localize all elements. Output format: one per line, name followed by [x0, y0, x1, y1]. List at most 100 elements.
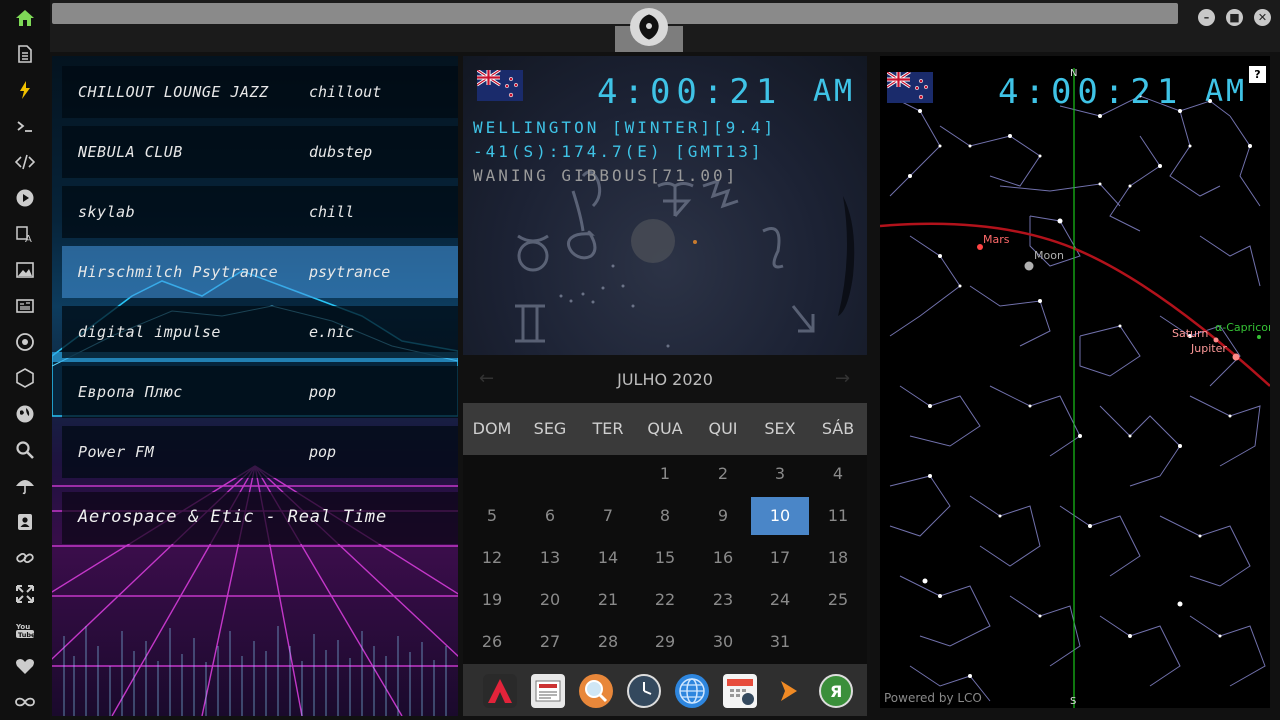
- calendar-day[interactable]: 13: [521, 539, 579, 577]
- help-button[interactable]: ?: [1249, 66, 1266, 83]
- station-name: digital impulse: [78, 323, 221, 341]
- code-icon[interactable]: [13, 150, 37, 174]
- calendar-day[interactable]: 17: [751, 539, 809, 577]
- address-bar[interactable]: [52, 3, 1178, 24]
- station-genre: chillout: [309, 83, 382, 101]
- weekday-row: DOM SEG TER QUA QUI SEX SÁB: [463, 403, 867, 455]
- calendar-day[interactable]: 12: [463, 539, 521, 577]
- calendar-day[interactable]: 31: [751, 623, 809, 661]
- nz-flag-icon: [887, 72, 933, 103]
- station-genre: pop: [309, 383, 337, 401]
- hexagon-icon[interactable]: [13, 366, 37, 390]
- calendar-day[interactable]: 6: [521, 497, 579, 535]
- minimize-button[interactable]: –: [1198, 9, 1215, 26]
- infinity-icon[interactable]: [13, 690, 37, 714]
- clock-app-icon[interactable]: [627, 674, 661, 708]
- calendar-day[interactable]: 5: [463, 497, 521, 535]
- calendar-day[interactable]: 7: [579, 497, 637, 535]
- document-icon[interactable]: [13, 42, 37, 66]
- calendar-day[interactable]: 29: [636, 623, 694, 661]
- calendar-day[interactable]: 9: [694, 497, 752, 535]
- globe-icon[interactable]: [13, 402, 37, 426]
- calendar-day[interactable]: 20: [521, 581, 579, 619]
- image-icon[interactable]: [13, 258, 37, 282]
- calendar-day[interactable]: 25: [809, 581, 867, 619]
- heart-icon[interactable]: [13, 654, 37, 678]
- station-genre: psytrance: [309, 263, 391, 281]
- calendar-day[interactable]: 23: [694, 581, 752, 619]
- svg-text:Tube: Tube: [18, 631, 35, 639]
- calendar-day[interactable]: 27: [521, 623, 579, 661]
- translate-icon[interactable]: A: [13, 222, 37, 246]
- calendar-day[interactable]: 11: [809, 497, 867, 535]
- close-button[interactable]: ✕: [1254, 9, 1271, 26]
- station-item[interactable]: NEBULA CLUB dubstep: [62, 126, 458, 178]
- news-app-icon[interactable]: [531, 674, 565, 708]
- weekday-label: TER: [592, 419, 624, 438]
- station-item-active[interactable]: Hirschmilch Psytrance psytrance: [62, 246, 458, 298]
- weekday-label: SEX: [764, 419, 796, 438]
- calendar-day[interactable]: 8: [636, 497, 694, 535]
- svg-text:A: A: [25, 234, 32, 244]
- station-item[interactable]: digital impulse e.nic: [62, 306, 458, 358]
- station-item[interactable]: Power FM pop: [62, 426, 458, 478]
- maximize-button[interactable]: ■: [1226, 9, 1243, 26]
- sky-clock-ampm: AM: [1205, 74, 1248, 109]
- contact-icon[interactable]: [13, 510, 37, 534]
- station-item[interactable]: CHILLOUT LOUNGE JAZZ chillout: [62, 66, 458, 118]
- top-bar: – ■ ✕: [50, 0, 1280, 52]
- sky-clock-time: 4:00:21: [998, 72, 1184, 112]
- calendar-day[interactable]: 15: [636, 539, 694, 577]
- calendar-day[interactable]: 18: [809, 539, 867, 577]
- weekday-label: QUI: [708, 419, 738, 438]
- next-month-arrow-icon[interactable]: →: [835, 368, 850, 389]
- station-genre: e.nic: [309, 323, 355, 341]
- calendar-day[interactable]: 24: [751, 581, 809, 619]
- moon-phase-line: WANING GIBBOUS[71.00]: [473, 166, 739, 185]
- calendar-day[interactable]: 21: [579, 581, 637, 619]
- arch-app-icon[interactable]: [483, 674, 517, 708]
- station-item[interactable]: skylab chill: [62, 186, 458, 238]
- station-name: NEBULA CLUB: [78, 143, 183, 161]
- now-playing: Aerospace & Etic - Real Time: [62, 492, 458, 544]
- weekday-label: QUA: [647, 419, 683, 438]
- sky-map-panel[interactable]: Mars Moon Saturn Jupiter α-Capricor N S …: [880, 56, 1270, 708]
- now-playing-title: Aerospace & Etic - Real Time: [78, 507, 387, 527]
- lightning-icon[interactable]: [13, 78, 37, 102]
- station-item[interactable]: Европа Плюс pop: [62, 366, 458, 418]
- clock-ampm: AM: [813, 74, 856, 109]
- news-icon[interactable]: [13, 294, 37, 318]
- yandex-app-icon[interactable]: Я: [819, 674, 853, 708]
- home-icon[interactable]: [13, 6, 37, 30]
- saturn-label: Saturn: [1172, 327, 1208, 340]
- calendar-day[interactable]: 26: [463, 623, 521, 661]
- calendar-day[interactable]: 28: [579, 623, 637, 661]
- expand-icon[interactable]: [13, 582, 37, 606]
- calendar-day-today[interactable]: 10: [751, 497, 809, 535]
- calendar-day[interactable]: 4: [809, 455, 867, 493]
- search-icon[interactable]: [13, 438, 37, 462]
- calendar-day[interactable]: 14: [579, 539, 637, 577]
- south-marker: S: [1070, 696, 1076, 707]
- calendar-header: ← JULHO 2020 →: [463, 355, 867, 403]
- weekday-label: SEG: [533, 419, 567, 438]
- calendar-day[interactable]: 1: [636, 455, 694, 493]
- calendar-day[interactable]: 16: [694, 539, 752, 577]
- link-icon[interactable]: [13, 546, 37, 570]
- browser-globe-icon[interactable]: [675, 674, 709, 708]
- calendar-day[interactable]: 2: [694, 455, 752, 493]
- calendar-day[interactable]: 30: [694, 623, 752, 661]
- rebel-icon[interactable]: [13, 330, 37, 354]
- coords-line: -41(S):174.7(E) [GMT13]: [473, 142, 764, 161]
- play-icon[interactable]: [13, 186, 37, 210]
- terminal-icon[interactable]: [13, 114, 37, 138]
- arrow-app-icon[interactable]: [771, 674, 805, 708]
- calendar: ← JULHO 2020 → DOM SEG TER QUA QUI SEX S…: [463, 355, 867, 664]
- calendar-app-icon[interactable]: [723, 674, 757, 708]
- search-app-icon[interactable]: [579, 674, 613, 708]
- umbrella-icon[interactable]: [13, 474, 37, 498]
- calendar-day[interactable]: 22: [636, 581, 694, 619]
- youtube-icon[interactable]: You Tube: [13, 618, 37, 642]
- calendar-day[interactable]: 19: [463, 581, 521, 619]
- calendar-day[interactable]: 3: [751, 455, 809, 493]
